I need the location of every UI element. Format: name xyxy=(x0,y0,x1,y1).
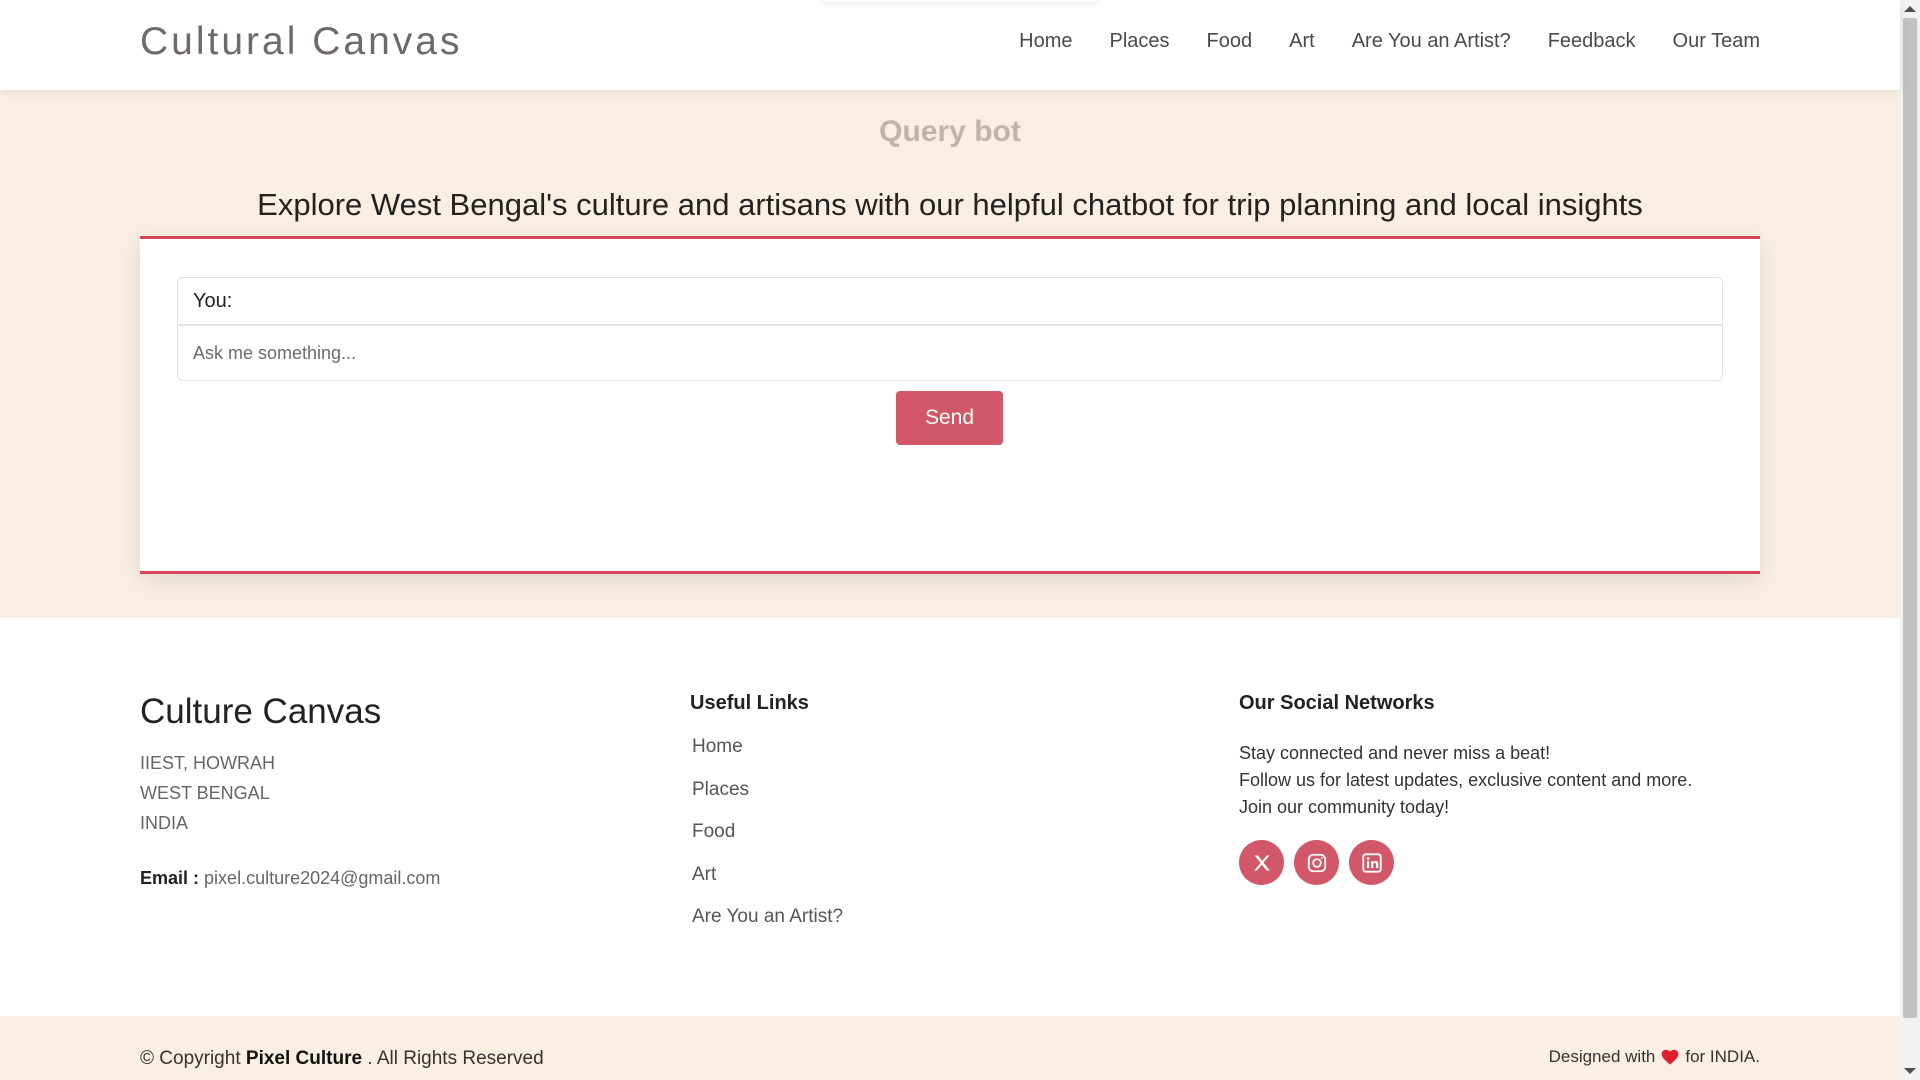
section-subtitle: Explore West Bengal's culture and artisa… xyxy=(257,187,1643,222)
copyright-suffix: . All Rights Reserved xyxy=(367,1048,544,1069)
chat-log: You: xyxy=(177,277,1723,325)
footer-link-art[interactable]: Art xyxy=(692,864,716,885)
footer-link-home[interactable]: Home xyxy=(692,736,743,757)
designed-with: Designed with for INDIA. xyxy=(1549,1047,1760,1067)
page-scrollbar[interactable] xyxy=(1900,0,1920,1080)
nav-food[interactable]: Food xyxy=(1207,30,1253,53)
chat-card: You: Send xyxy=(140,236,1760,574)
useful-links-title: Useful Links xyxy=(690,692,809,714)
bottom-bar: © Copyright Pixel Culture . All Rights R… xyxy=(0,1016,1900,1080)
footer-address: IIEST, HOWRAH WEST BENGAL INDIA xyxy=(140,748,275,838)
nav-places[interactable]: Places xyxy=(1110,30,1170,53)
social-text-line: Follow us for latest updates, exclusive … xyxy=(1239,770,1693,790)
x-icon[interactable] xyxy=(1239,840,1284,885)
social-text: Stay connected and never miss a beat! Fo… xyxy=(1239,740,1692,821)
address-line: INDIA xyxy=(140,813,189,833)
section-title: Query bot xyxy=(879,115,1021,148)
email-address[interactable]: pixel.culture2024@gmail.com xyxy=(204,868,440,888)
footer-brand: Culture Canvas xyxy=(140,692,382,731)
nav-feedback[interactable]: Feedback xyxy=(1548,30,1636,53)
useful-links-list: Home Places Food Art Are You an Artist? xyxy=(692,736,843,949)
nav-home[interactable]: Home xyxy=(1019,30,1072,53)
heart-icon xyxy=(1662,1049,1679,1065)
copyright-prefix: © Copyright xyxy=(140,1048,241,1069)
nav-artist[interactable]: Are You an Artist? xyxy=(1352,30,1511,53)
address-line: IIEST, HOWRAH xyxy=(140,753,276,773)
header-pill xyxy=(820,0,1100,2)
nav-art[interactable]: Art xyxy=(1289,30,1315,53)
designed-suffix: for INDIA. xyxy=(1685,1047,1760,1066)
footer-email: Email : pixel.culture2024@gmail.com xyxy=(140,868,440,889)
send-button[interactable]: Send xyxy=(896,391,1003,445)
site-footer: Culture Canvas IIEST, HOWRAH WEST BENGAL… xyxy=(0,618,1900,1016)
company-name: Pixel Culture xyxy=(245,1048,363,1069)
scroll-up-arrow-icon[interactable] xyxy=(1904,6,1916,12)
address-line: WEST BENGAL xyxy=(140,783,270,803)
chat-input[interactable] xyxy=(177,325,1723,381)
social-icons xyxy=(1239,840,1394,885)
nav-our-team[interactable]: Our Team xyxy=(1673,30,1760,53)
copyright: © Copyright Pixel Culture . All Rights R… xyxy=(140,1048,544,1070)
social-text-line: Stay connected and never miss a beat! xyxy=(1239,743,1551,763)
footer-link-artist[interactable]: Are You an Artist? xyxy=(692,906,843,927)
footer-link-places[interactable]: Places xyxy=(692,779,749,800)
query-bot-section: Query bot Explore West Bengal's culture … xyxy=(0,90,1900,618)
site-brand[interactable]: Cultural Canvas xyxy=(140,20,462,64)
main-nav: Home Places Food Art Are You an Artist? … xyxy=(1019,30,1760,53)
social-text-line: Join our community today! xyxy=(1239,797,1450,817)
footer-link-food[interactable]: Food xyxy=(692,821,735,842)
email-label: Email : xyxy=(140,868,200,888)
social-title: Our Social Networks xyxy=(1239,692,1435,714)
designed-prefix: Designed with xyxy=(1548,1047,1656,1066)
site-header: Cultural Canvas Home Places Food Art Are… xyxy=(0,0,1900,90)
scroll-down-arrow-icon[interactable] xyxy=(1904,1068,1916,1074)
instagram-icon[interactable] xyxy=(1294,840,1339,885)
scroll-thumb[interactable] xyxy=(1903,18,1917,1018)
linkedin-icon[interactable] xyxy=(1349,840,1394,885)
